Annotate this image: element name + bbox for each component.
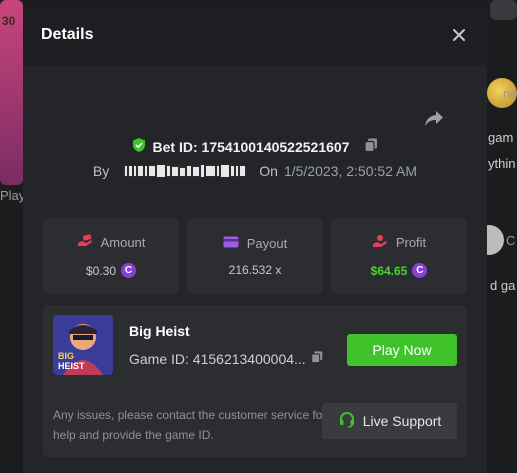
bet-id-line: Bet ID: 1754100140522521607 bbox=[23, 137, 487, 156]
by-label: By bbox=[92, 163, 110, 179]
close-icon[interactable] bbox=[449, 25, 469, 45]
stat-amount-value: $0.30 bbox=[85, 263, 117, 278]
stats-row: Amount $0.30 C Payout 216.532 x Profit $… bbox=[43, 218, 467, 294]
money-hand-icon bbox=[77, 234, 93, 251]
copy-bet-id-icon[interactable] bbox=[363, 137, 379, 156]
live-support-button[interactable]: Live Support bbox=[322, 403, 457, 439]
share-icon[interactable] bbox=[423, 107, 445, 129]
coin-c-icon: C bbox=[121, 263, 137, 278]
stat-profit-value: $64.65 bbox=[370, 263, 408, 278]
headset-icon bbox=[338, 411, 356, 432]
copy-game-id-icon[interactable] bbox=[310, 350, 324, 367]
stat-payout-label: Payout bbox=[246, 235, 288, 251]
bg-text-ythin: ythin bbox=[488, 156, 516, 171]
game-thumbnail[interactable]: BIG HEIST bbox=[53, 315, 113, 375]
stat-amount: Amount $0.30 C bbox=[43, 218, 179, 294]
bg-game-tile-top-mid[interactable] bbox=[490, 0, 517, 20]
obscured-username[interactable] bbox=[123, 163, 248, 179]
by-on-line: By On 1/5/2023, 2:50:52 AM bbox=[23, 163, 487, 179]
bet-id-text: Bet ID: 1754100140522521607 bbox=[152, 138, 350, 155]
card-icon bbox=[223, 236, 239, 251]
coin-c-icon: C bbox=[412, 263, 428, 278]
stat-profit-label: Profit bbox=[395, 235, 427, 250]
modal-title: Details bbox=[41, 26, 94, 43]
game-id-text: Game ID: 4156213400004... bbox=[129, 350, 306, 367]
game-name[interactable]: Big Heist bbox=[129, 323, 190, 339]
modal-header: Details bbox=[23, 5, 487, 65]
stat-payout: Payout 216.532 x bbox=[187, 218, 323, 294]
live-support-label: Live Support bbox=[362, 413, 442, 429]
play-now-button[interactable]: Play Now bbox=[347, 334, 457, 366]
bg-tile-number: 30 bbox=[2, 14, 16, 28]
thumb-title-heist: HEIST bbox=[58, 361, 85, 371]
profit-hand-icon bbox=[372, 234, 388, 251]
stat-profit: Profit $64.65 C bbox=[331, 218, 467, 294]
bg-play-text: Play bbox=[0, 188, 26, 203]
bet-datetime: 1/5/2023, 2:50:52 AM bbox=[283, 163, 418, 179]
bg-text-ne: ne bbox=[503, 86, 517, 101]
stat-payout-value: 216.532 x bbox=[228, 262, 282, 277]
game-card: BIG HEIST Big Heist Game ID: 41562134000… bbox=[43, 305, 467, 457]
bg-text-c: C bbox=[506, 233, 516, 248]
game-id-line: Game ID: 4156213400004... bbox=[129, 350, 324, 367]
on-label: On bbox=[259, 163, 278, 179]
details-modal: Details Bet ID: 1754100140522521607 By O… bbox=[23, 5, 487, 473]
bg-text-d-ga: d ga bbox=[490, 278, 516, 293]
shield-check-icon bbox=[131, 137, 147, 156]
stat-amount-label: Amount bbox=[100, 235, 146, 250]
support-notice: Any issues, please contact the customer … bbox=[53, 408, 327, 442]
bg-text-gam: gam bbox=[488, 130, 514, 145]
thumb-title-big: BIG bbox=[58, 351, 74, 361]
